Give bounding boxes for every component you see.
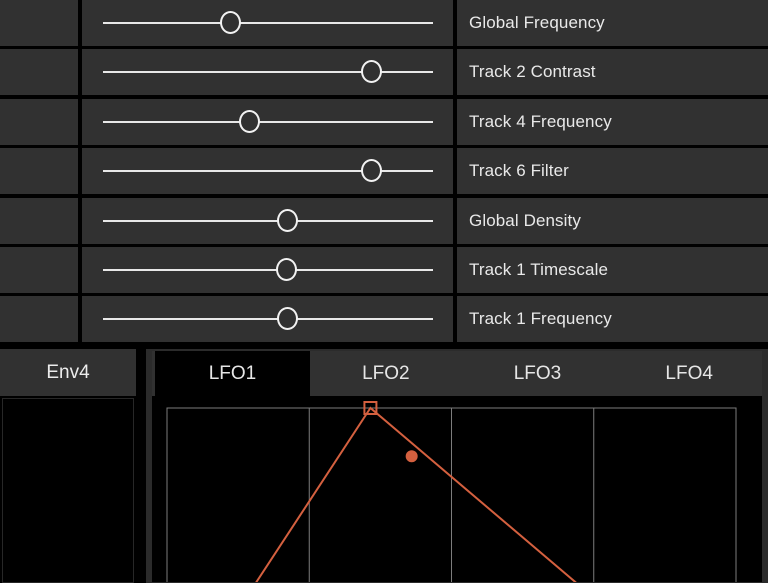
envelope-panel: Env4	[0, 349, 136, 583]
parameter-label: Track 6 Filter	[469, 148, 569, 194]
envelope-panel-header[interactable]: Env4	[0, 349, 136, 396]
parameter-row-handle[interactable]	[0, 99, 78, 145]
parameter-slider-cell[interactable]	[82, 99, 453, 145]
parameter-row: Track 1 Timescale	[0, 247, 768, 293]
parameter-label: Global Density	[469, 198, 581, 244]
parameter-slider[interactable]	[82, 148, 453, 194]
lfo-panel: LFO1LFO2LFO3LFO4	[146, 349, 768, 583]
parameter-row-handle[interactable]	[0, 49, 78, 95]
parameter-label: Track 1 Timescale	[469, 247, 608, 293]
slider-thumb[interactable]	[276, 258, 297, 281]
parameter-row: Track 2 Contrast	[0, 49, 768, 95]
parameter-label-cell[interactable]: Track 1 Frequency	[457, 296, 768, 342]
parameter-row: Track 1 Frequency	[0, 296, 768, 342]
parameter-row: Track 4 Frequency	[0, 99, 768, 145]
parameter-label-cell[interactable]: Track 2 Contrast	[457, 49, 768, 95]
slider-thumb[interactable]	[361, 60, 382, 83]
slider-thumb[interactable]	[239, 110, 260, 133]
slider-thumb[interactable]	[277, 209, 298, 232]
parameter-row-handle[interactable]	[0, 148, 78, 194]
parameter-slider-cell[interactable]	[82, 247, 453, 293]
slider-track[interactable]	[103, 318, 433, 320]
parameter-label-cell[interactable]: Global Frequency	[457, 0, 768, 46]
parameter-label-cell[interactable]: Global Density	[457, 198, 768, 244]
tab-lfo3[interactable]: LFO3	[462, 351, 614, 396]
tab-lfo1[interactable]: LFO1	[155, 351, 310, 396]
parameter-row: Global Density	[0, 198, 768, 244]
lfo-panel-inner: LFO1LFO2LFO3LFO4	[152, 351, 762, 582]
parameter-slider-cell[interactable]	[82, 296, 453, 342]
slider-track[interactable]	[103, 22, 433, 24]
parameter-slider-cell[interactable]	[82, 148, 453, 194]
parameter-label: Track 4 Frequency	[469, 99, 612, 145]
parameter-row-handle[interactable]	[0, 198, 78, 244]
parameter-slider-table: Global FrequencyTrack 2 ContrastTrack 4 …	[0, 0, 768, 345]
parameter-slider[interactable]	[82, 198, 453, 244]
slider-track[interactable]	[103, 170, 433, 172]
parameter-slider[interactable]	[82, 296, 453, 342]
tab-lfo4[interactable]: LFO4	[613, 351, 765, 396]
slider-track[interactable]	[103, 220, 433, 222]
parameter-label: Track 1 Frequency	[469, 296, 612, 342]
lfo-tabbar: LFO1LFO2LFO3LFO4	[152, 351, 762, 396]
modulation-section: Env4 LFO1LFO2LFO3LFO4	[0, 349, 768, 583]
parameter-row: Track 6 Filter	[0, 148, 768, 194]
envelope-panel-title: Env4	[0, 349, 136, 396]
parameter-slider-cell[interactable]	[82, 0, 453, 46]
parameter-row-handle[interactable]	[0, 0, 78, 46]
parameter-slider[interactable]	[82, 99, 453, 145]
slider-track[interactable]	[103, 269, 433, 271]
parameter-row-handle[interactable]	[0, 247, 78, 293]
slider-track[interactable]	[103, 121, 433, 123]
parameter-label: Track 2 Contrast	[469, 49, 596, 95]
envelope-graph-area[interactable]	[2, 398, 134, 583]
parameter-label: Global Frequency	[469, 0, 605, 46]
tab-lfo2[interactable]: LFO2	[310, 351, 462, 396]
parameter-slider[interactable]	[82, 0, 453, 46]
parameter-slider-cell[interactable]	[82, 198, 453, 244]
lfo-parameter-editor: Global FrequencyTrack 2 ContrastTrack 4 …	[0, 0, 768, 583]
slider-track[interactable]	[103, 71, 433, 73]
parameter-label-cell[interactable]: Track 4 Frequency	[457, 99, 768, 145]
slider-thumb[interactable]	[277, 307, 298, 330]
parameter-label-cell[interactable]: Track 6 Filter	[457, 148, 768, 194]
parameter-slider[interactable]	[82, 247, 453, 293]
parameter-slider[interactable]	[82, 49, 453, 95]
parameter-row-handle[interactable]	[0, 296, 78, 342]
lfo-chart-area[interactable]	[152, 396, 762, 582]
parameter-row: Global Frequency	[0, 0, 768, 46]
slider-thumb[interactable]	[361, 159, 382, 182]
lfo-waveform-chart[interactable]	[152, 396, 762, 582]
parameter-label-cell[interactable]: Track 1 Timescale	[457, 247, 768, 293]
curve-point-marker[interactable]	[406, 450, 418, 462]
parameter-slider-cell[interactable]	[82, 49, 453, 95]
slider-thumb[interactable]	[220, 11, 241, 34]
